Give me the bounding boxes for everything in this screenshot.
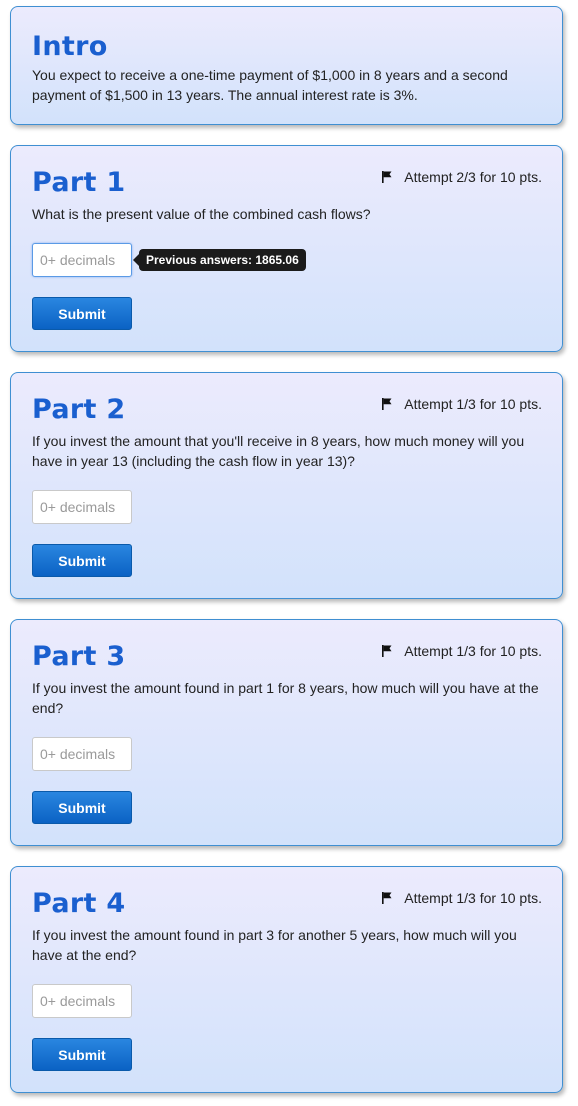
part-1-attempt: Attempt 2/3 for 10 pts. bbox=[382, 168, 542, 186]
part-4-attempt-label: Attempt 1/3 for 10 pts. bbox=[404, 890, 542, 906]
flag-icon bbox=[382, 398, 392, 410]
part-2-title: Part 2 bbox=[32, 394, 126, 425]
part-2-attempt-label: Attempt 1/3 for 10 pts. bbox=[404, 396, 542, 412]
part-1-question: What is the present value of the combine… bbox=[32, 206, 371, 222]
part-4-attempt: Attempt 1/3 for 10 pts. bbox=[382, 889, 542, 907]
part-4-answer-input[interactable] bbox=[32, 984, 132, 1018]
part-2-card: Part 2 Attempt 1/3 for 10 pts. If you in… bbox=[10, 372, 563, 599]
part-3-title: Part 3 bbox=[32, 641, 126, 672]
part-3-attempt: Attempt 1/3 for 10 pts. bbox=[382, 642, 542, 660]
intro-card: Intro You expect to receive a one-time p… bbox=[10, 6, 563, 125]
part-3-question: If you invest the amount found in part 1… bbox=[32, 680, 539, 716]
part-3-attempt-label: Attempt 1/3 for 10 pts. bbox=[404, 643, 542, 659]
part-1-submit-button[interactable]: Submit bbox=[32, 297, 132, 330]
part-3-submit-button[interactable]: Submit bbox=[32, 791, 132, 824]
intro-title: Intro bbox=[32, 31, 108, 62]
part-2-attempt: Attempt 1/3 for 10 pts. bbox=[382, 395, 542, 413]
part-3-card: Part 3 Attempt 1/3 for 10 pts. If you in… bbox=[10, 619, 563, 846]
part-4-question: If you invest the amount found in part 3… bbox=[32, 927, 517, 963]
part-1-attempt-label: Attempt 2/3 for 10 pts. bbox=[404, 169, 542, 185]
flag-icon bbox=[382, 171, 392, 183]
part-4-title: Part 4 bbox=[32, 888, 126, 919]
part-3-answer-input[interactable] bbox=[32, 737, 132, 771]
intro-text: You expect to receive a one-time payment… bbox=[32, 67, 508, 103]
part-1-answer-input[interactable] bbox=[32, 243, 132, 277]
part-1-card: Part 1 Attempt 2/3 for 10 pts. What is t… bbox=[10, 145, 563, 352]
part-1-title: Part 1 bbox=[32, 167, 126, 198]
flag-icon bbox=[382, 645, 392, 657]
flag-icon bbox=[382, 892, 392, 904]
part-2-submit-button[interactable]: Submit bbox=[32, 544, 132, 577]
previous-answers-tooltip: Previous answers: 1865.06 bbox=[133, 249, 306, 271]
part-2-answer-input[interactable] bbox=[32, 490, 132, 524]
part-4-card: Part 4 Attempt 1/3 for 10 pts. If you in… bbox=[10, 866, 563, 1093]
part-4-submit-button[interactable]: Submit bbox=[32, 1038, 132, 1071]
part-2-question: If you invest the amount that you'll rec… bbox=[32, 433, 525, 469]
